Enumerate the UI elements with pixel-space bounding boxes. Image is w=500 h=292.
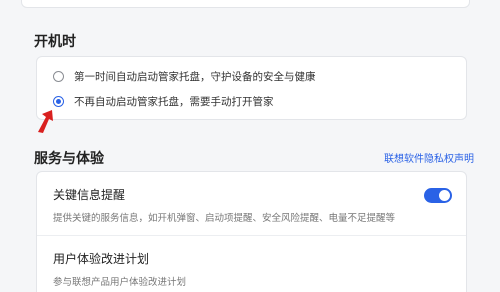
radio-button-checked[interactable] [53,95,64,107]
service-card: 关键信息提醒 提供关键的服务信息，如开机弹窗、启动项提醒、安全风险提醒、电量不足… [36,171,467,292]
startup-option-auto-label: 第一时间自动启动管家托盘，守护设备的安全与健康 [74,70,316,83]
key-info-reminder-toggle[interactable] [424,188,452,203]
startup-section-title: 开机时 [34,34,76,50]
previous-settings-card [21,0,470,8]
divider [37,235,466,236]
startup-option-auto[interactable]: 第一时间自动启动管家托盘，守护设备的安全与健康 [53,67,316,85]
key-info-reminder-title: 关键信息提醒 [53,188,126,202]
startup-option-manual-label: 不再自动启动管家托盘，需要手动打开管家 [74,95,274,108]
settings-page: 开机时 第一时间自动启动管家托盘，守护设备的安全与健康 不再自动启动管家托盘，需… [0,0,500,292]
annotation-arrow-icon [38,110,53,133]
ux-improvement-desc: 参与联想产品用户体验改进计划 [53,277,187,288]
radio-button-unchecked[interactable] [53,70,64,82]
ux-improvement-title: 用户体验改进计划 [53,252,150,266]
service-section-title: 服务与体验 [34,151,104,167]
startup-option-manual[interactable]: 不再自动启动管家托盘，需要手动打开管家 [53,92,274,110]
startup-options-card: 第一时间自动启动管家托盘，守护设备的安全与健康 不再自动启动管家托盘，需要手动打… [36,56,467,120]
key-info-reminder-desc: 提供关键的服务信息，如开机弹窗、启动项提醒、安全风险提醒、电量不足提醒等 [53,213,396,224]
privacy-policy-link[interactable]: 联想软件隐私权声明 [384,150,474,165]
